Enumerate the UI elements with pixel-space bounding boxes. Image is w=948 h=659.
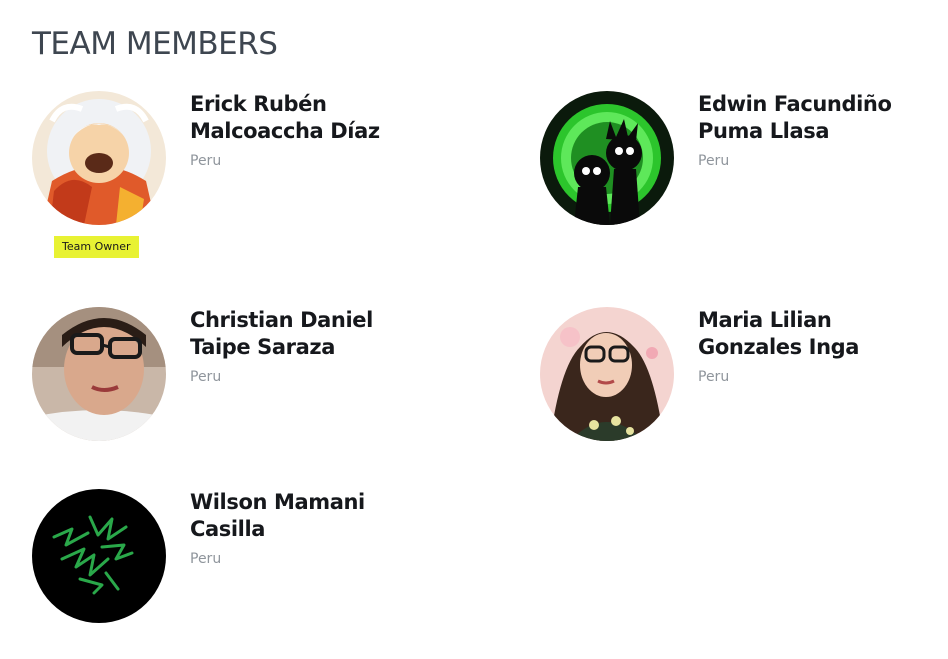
member-name-line1: Maria Lilian <box>698 308 832 332</box>
member-name[interactable]: Erick Rubén Malcoaccha Díaz <box>190 91 420 145</box>
member-name[interactable]: Edwin Facundiño Puma Llasa <box>698 91 928 145</box>
team-member-card: Maria Lilian Gonzales Inga Peru <box>540 307 940 477</box>
member-name-line1: Erick Rubén <box>190 92 327 116</box>
green-scribble-avatar-icon <box>32 489 166 623</box>
member-name[interactable]: Maria Lilian Gonzales Inga <box>698 307 928 361</box>
team-owner-badge: Team Owner <box>54 236 139 258</box>
green-portal-avatar-icon <box>540 91 674 225</box>
member-name-line2: Taipe Saraza <box>190 335 335 359</box>
member-name-line1: Christian Daniel <box>190 308 373 332</box>
team-member-card: Wilson Mamani Casilla Peru <box>32 489 432 659</box>
member-country: Peru <box>698 369 730 385</box>
member-country: Peru <box>190 153 222 169</box>
member-name[interactable]: Wilson Mamani Casilla <box>190 489 420 543</box>
person-curly-hair-avatar-icon <box>540 307 674 441</box>
member-name-line2: Malcoaccha Díaz <box>190 119 380 143</box>
section-title: TEAM MEMBERS <box>32 26 278 62</box>
member-country: Peru <box>190 369 222 385</box>
person-glasses-avatar-icon <box>32 307 166 441</box>
member-name-line2: Gonzales Inga <box>698 335 860 359</box>
anime-character-avatar-icon <box>32 91 166 225</box>
member-name-line1: Wilson Mamani <box>190 490 365 514</box>
member-country: Peru <box>190 551 222 567</box>
member-name[interactable]: Christian Daniel Taipe Saraza <box>190 307 420 361</box>
member-name-line2: Puma Llasa <box>698 119 830 143</box>
team-member-card: Christian Daniel Taipe Saraza Peru <box>32 307 432 477</box>
member-name-line2: Casilla <box>190 517 266 541</box>
team-member-card: Erick Rubén Malcoaccha Díaz Peru Team Ow… <box>32 91 432 261</box>
team-member-card: Edwin Facundiño Puma Llasa Peru <box>540 91 940 261</box>
member-avatar[interactable] <box>32 307 166 441</box>
member-avatar[interactable] <box>32 489 166 623</box>
member-name-line1: Edwin Facundiño <box>698 92 892 116</box>
member-country: Peru <box>698 153 730 169</box>
member-avatar[interactable] <box>32 91 166 225</box>
member-avatar[interactable] <box>540 307 674 441</box>
member-avatar[interactable] <box>540 91 674 225</box>
